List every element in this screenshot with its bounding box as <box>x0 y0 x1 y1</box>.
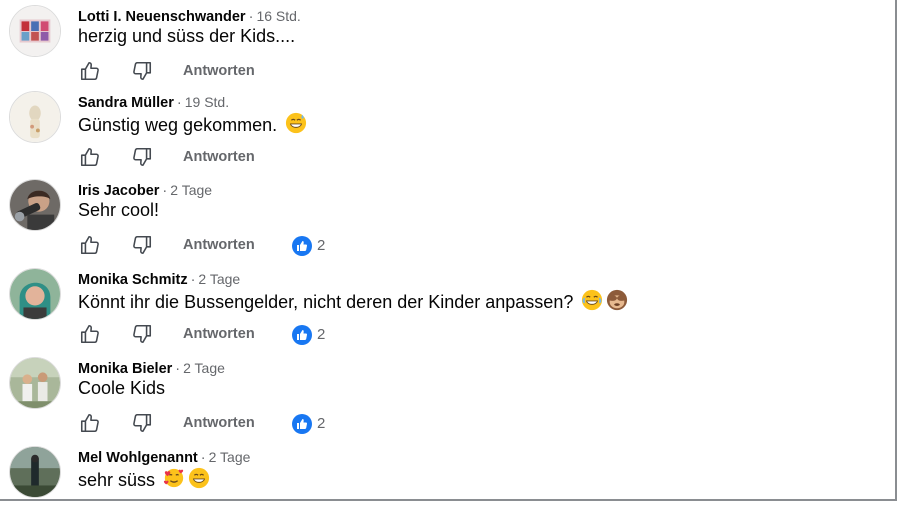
comment-text-content: Günstig weg gekommen. <box>78 115 278 135</box>
grinning-sweat-emoji <box>286 112 307 134</box>
timestamp[interactable]: 2 Tage <box>198 271 240 287</box>
reply-button[interactable]: Antworten <box>183 237 255 253</box>
separator: · <box>190 272 196 288</box>
reply-button[interactable]: Antworten <box>183 149 255 165</box>
thumbs-down-outline-icon[interactable] <box>131 146 153 168</box>
joy-emoji <box>582 289 603 311</box>
comment-meta: Lotti I. Neuenschwander · 16 Std. <box>78 8 301 25</box>
blue-like-reaction-icon <box>292 236 312 256</box>
comment-item: Monika Bieler · 2 Tage Coole Kids Antworte… <box>0 352 896 440</box>
thumbs-down-outline-icon[interactable] <box>131 234 153 256</box>
avatar-image <box>10 180 60 230</box>
author-name[interactable]: Lotti I. Neuenschwander <box>78 9 246 25</box>
timestamp[interactable]: 2 Tage <box>183 360 225 376</box>
avatar-image <box>10 358 60 408</box>
comment-text-content: herzig und süss der Kids.... <box>78 26 296 46</box>
thumbs-down-outline-icon[interactable] <box>131 323 153 345</box>
reply-button[interactable]: Antworten <box>183 326 255 342</box>
comment-meta: Iris Jacober · 2 Tage <box>78 182 212 199</box>
comment-text: Sehr cool! <box>78 200 159 221</box>
comment-actions: Antworten 2 <box>78 323 378 345</box>
comment-item: Mel Wohlgenannt · 2 Tage sehr süss <box>0 441 896 529</box>
timestamp[interactable]: 16 Std. <box>256 8 300 24</box>
comment-actions: Antworten <box>78 146 378 168</box>
comment-text-content: Könnt ihr die Bussengelder, nicht deren … <box>78 292 574 312</box>
comment-text-content: Coole Kids <box>78 378 166 398</box>
comment-text-content: Sehr cool! <box>78 200 160 220</box>
comment-meta: Monika Bieler · 2 Tage <box>78 360 225 377</box>
comment-item: Sandra Müller · 19 Std. Günstig weg gekomm… <box>0 86 896 174</box>
timestamp[interactable]: 2 Tage <box>209 449 251 465</box>
author-name[interactable]: Mel Wohlgenannt <box>78 450 198 466</box>
comment-text: sehr süss <box>78 467 210 491</box>
author-name[interactable]: Monika Bieler <box>78 361 172 377</box>
thumbs-up-outline-icon[interactable] <box>79 146 101 168</box>
timestamp[interactable]: 19 Std. <box>185 94 229 110</box>
thumbs-up-outline-icon[interactable] <box>79 234 101 256</box>
author-name[interactable]: Iris Jacober <box>78 183 159 199</box>
thumbs-up-outline-icon[interactable] <box>79 60 101 82</box>
avatar[interactable] <box>9 357 61 409</box>
avatar-image <box>10 92 60 142</box>
avatar-image <box>10 269 60 319</box>
comment-actions: Antworten <box>78 60 378 82</box>
reply-button[interactable]: Antworten <box>183 415 255 431</box>
comment-actions: Antworten 2 <box>78 234 378 256</box>
avatar[interactable] <box>9 5 61 57</box>
separator: · <box>176 95 182 111</box>
grinning-emoji <box>188 467 210 489</box>
thumbs-up-outline-icon[interactable] <box>79 323 101 345</box>
comment-actions: Antworten 2 <box>78 412 378 434</box>
comment-item: Lotti I. Neuenschwander · 16 Std. herzig u… <box>0 0 896 88</box>
separator: · <box>162 183 168 199</box>
reaction-count: 2 <box>317 237 326 254</box>
comment-text: Günstig weg gekommen. <box>78 112 307 136</box>
comment-item: Monika Schmitz · 2 Tage Könnt ihr die Buss… <box>0 263 896 351</box>
separator: · <box>200 450 206 466</box>
avatar[interactable] <box>9 268 61 320</box>
comment-meta: Mel Wohlgenannt · 2 Tage <box>78 449 250 466</box>
avatar[interactable] <box>9 91 61 143</box>
comment-text-content: sehr süss <box>78 470 156 490</box>
comment-text: Coole Kids <box>78 378 165 399</box>
comment-text: herzig und süss der Kids.... <box>78 26 295 47</box>
author-name[interactable]: Sandra Müller <box>78 95 174 111</box>
see-no-evil-monkey-emoji <box>607 289 628 311</box>
avatar[interactable] <box>9 446 61 498</box>
separator: · <box>248 9 254 25</box>
reaction-count: 2 <box>317 326 326 343</box>
smiling-hearts-emoji <box>163 468 184 488</box>
avatar-image <box>10 6 60 56</box>
blue-like-reaction-icon <box>292 414 312 434</box>
thumbs-down-outline-icon[interactable] <box>131 60 153 82</box>
avatar[interactable] <box>9 179 61 231</box>
thumbs-up-outline-icon[interactable] <box>79 412 101 434</box>
timestamp[interactable]: 2 Tage <box>170 182 212 198</box>
avatar-image <box>10 447 60 497</box>
comment-meta: Sandra Müller · 19 Std. <box>78 94 229 111</box>
comment-text: Könnt ihr die Bussengelder, nicht deren … <box>78 289 628 313</box>
comment-meta: Monika Schmitz · 2 Tage <box>78 271 240 288</box>
comment-item: Iris Jacober · 2 Tage Sehr cool! Antworten… <box>0 174 896 262</box>
reply-button[interactable]: Antworten <box>183 63 255 79</box>
comments-panel: Lotti I. Neuenschwander · 16 Std. herzig u… <box>0 0 897 501</box>
separator: · <box>175 361 181 377</box>
reaction-count: 2 <box>317 415 326 432</box>
blue-like-reaction-icon <box>292 325 312 345</box>
author-name[interactable]: Monika Schmitz <box>78 272 188 288</box>
thumbs-down-outline-icon[interactable] <box>131 412 153 434</box>
